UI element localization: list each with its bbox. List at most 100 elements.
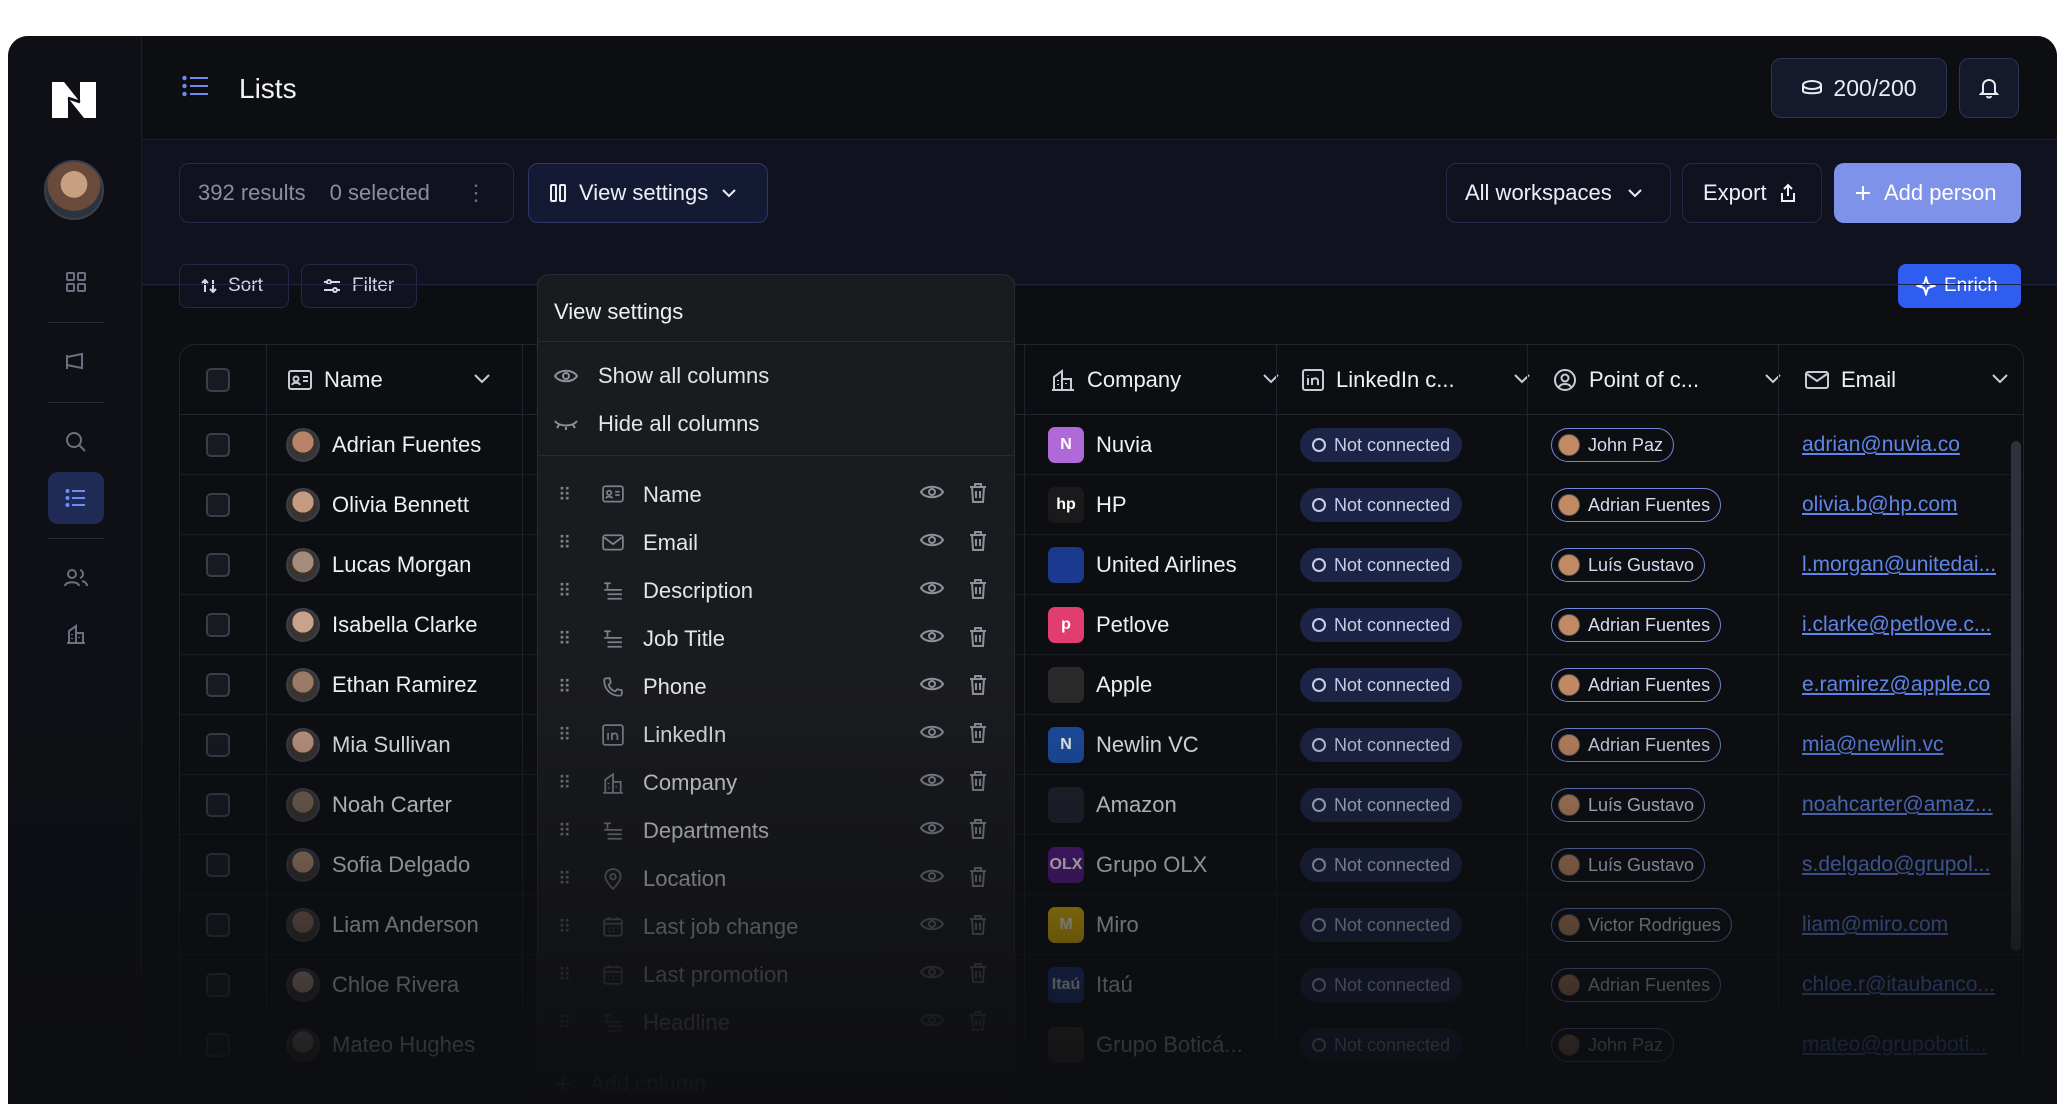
company-cell[interactable]: N Nuvia xyxy=(1048,415,1268,475)
point-of-contact-chip[interactable]: Victor Rodrigues xyxy=(1551,908,1732,942)
email-cell[interactable]: noahcarter@amaz... xyxy=(1802,775,1993,835)
table-row[interactable]: Ethan Ramirez Apple Not connected Adrian Fu… xyxy=(180,655,2023,715)
company-cell[interactable]: Itaú Itaú xyxy=(1048,955,1268,1015)
row-checkbox[interactable] xyxy=(206,1015,230,1075)
email-link[interactable]: olivia.b@hp.com xyxy=(1802,493,1958,517)
search-icon[interactable] xyxy=(48,416,104,468)
row-checkbox[interactable] xyxy=(206,775,230,835)
megaphone-icon[interactable] xyxy=(48,336,104,388)
table-row[interactable]: Olivia Bennett hp HP Not connected Adrian Fu… xyxy=(180,475,2023,535)
notifications-button[interactable] xyxy=(1959,58,2019,118)
column-field-item[interactable]: ⠿ Description xyxy=(538,567,1014,615)
trash-icon[interactable] xyxy=(969,531,987,551)
poc-cell[interactable]: Victor Rodrigues xyxy=(1551,895,1732,955)
dashboard-icon[interactable] xyxy=(48,256,104,308)
row-checkbox[interactable] xyxy=(206,835,230,895)
email-link[interactable]: mateo@grupoboti... xyxy=(1802,1033,1987,1057)
email-link[interactable]: i.clarke@petlove.c... xyxy=(1802,613,1991,637)
export-button[interactable]: Export xyxy=(1682,163,1822,223)
email-link[interactable]: chloe.r@itaubanco... xyxy=(1802,973,1995,997)
poc-cell[interactable]: Adrian Fuentes xyxy=(1551,655,1722,715)
email-link[interactable]: l.morgan@unitedai... xyxy=(1802,553,1996,577)
trash-icon[interactable] xyxy=(969,723,987,743)
table-row[interactable]: Adrian Fuentes N Nuvia Not connected John Pa… xyxy=(180,415,2023,475)
email-link[interactable]: s.delgado@grupol... xyxy=(1802,853,1990,877)
company-cell[interactable]: OLX Grupo OLX xyxy=(1048,835,1268,895)
view-settings-button[interactable]: View settings xyxy=(528,163,768,223)
column-field-item[interactable]: ⠿ Job Title xyxy=(538,615,1014,663)
drag-handle-icon[interactable]: ⠿ xyxy=(558,773,571,794)
poc-cell[interactable]: John Paz xyxy=(1551,415,1675,475)
name-cell[interactable]: Isabella Clarke xyxy=(286,595,478,655)
email-cell[interactable]: e.ramirez@apple.co xyxy=(1802,655,1990,715)
eye-icon[interactable] xyxy=(920,964,944,980)
company-cell[interactable]: p Petlove xyxy=(1048,595,1268,655)
poc-cell[interactable]: Adrian Fuentes xyxy=(1551,595,1722,655)
hide-all-columns-option[interactable]: Hide all columns xyxy=(554,411,759,437)
drag-handle-icon[interactable]: ⠿ xyxy=(558,581,571,602)
enrich-button[interactable]: Enrich xyxy=(1898,264,2021,308)
building-icon[interactable] xyxy=(48,608,104,660)
sort-button[interactable]: Sort xyxy=(179,264,289,308)
name-cell[interactable]: Sofia Delgado xyxy=(286,835,470,895)
email-cell[interactable]: adrian@nuvia.co xyxy=(1802,415,1960,475)
company-cell[interactable]: M Miro xyxy=(1048,895,1268,955)
email-cell[interactable]: i.clarke@petlove.c... xyxy=(1802,595,1991,655)
eye-icon[interactable] xyxy=(920,580,944,596)
trash-icon[interactable] xyxy=(969,1011,987,1031)
name-cell[interactable]: Ethan Ramirez xyxy=(286,655,478,715)
row-checkbox[interactable] xyxy=(206,955,230,1015)
company-cell[interactable]: hp HP xyxy=(1048,475,1268,535)
email-link[interactable]: noahcarter@amaz... xyxy=(1802,793,1993,817)
email-cell[interactable]: l.morgan@unitedai... xyxy=(1802,535,1996,595)
column-header-name[interactable]: Name xyxy=(288,345,514,415)
name-cell[interactable]: Liam Anderson xyxy=(286,895,479,955)
drag-handle-icon[interactable]: ⠿ xyxy=(558,533,571,554)
table-row[interactable]: Mia Sullivan N Newlin VC Not connected Adria… xyxy=(180,715,2023,775)
row-checkbox[interactable] xyxy=(206,475,230,535)
drag-handle-icon[interactable]: ⠿ xyxy=(558,917,571,938)
drag-handle-icon[interactable]: ⠿ xyxy=(558,485,571,506)
table-row[interactable]: Mateo Hughes Grupo Boticá... Not connected… xyxy=(180,1015,2023,1075)
column-field-item[interactable]: ⠿ Departments xyxy=(538,807,1014,855)
table-row[interactable]: Liam Anderson M Miro Not connected Victor Ro… xyxy=(180,895,2023,955)
people-icon[interactable] xyxy=(48,552,104,604)
company-cell[interactable]: United Airlines xyxy=(1048,535,1268,595)
eye-icon[interactable] xyxy=(920,724,944,740)
poc-cell[interactable]: Adrian Fuentes xyxy=(1551,715,1722,775)
row-checkbox[interactable] xyxy=(206,415,230,475)
column-header-email[interactable]: Email xyxy=(1805,345,2010,415)
trash-icon[interactable] xyxy=(969,867,987,887)
drag-handle-icon[interactable]: ⠿ xyxy=(558,725,571,746)
column-field-item[interactable]: ⠿ Location xyxy=(538,855,1014,903)
column-header-point-of-contact[interactable]: Point of c... xyxy=(1553,345,1783,415)
email-cell[interactable]: mia@newlin.vc xyxy=(1802,715,1944,775)
company-cell[interactable]: N Newlin VC xyxy=(1048,715,1268,775)
eye-icon[interactable] xyxy=(920,820,944,836)
point-of-contact-chip[interactable]: Adrian Fuentes xyxy=(1551,488,1722,522)
eye-icon[interactable] xyxy=(920,532,944,548)
point-of-contact-chip[interactable]: Luís Gustavo xyxy=(1551,548,1706,582)
column-field-item[interactable]: ⠿ Last job change xyxy=(538,903,1014,951)
point-of-contact-chip[interactable]: Luís Gustavo xyxy=(1551,848,1706,882)
drag-handle-icon[interactable]: ⠿ xyxy=(558,1013,571,1034)
company-cell[interactable]: Grupo Boticá... xyxy=(1048,1015,1268,1075)
table-row[interactable]: Noah Carter Amazon Not connected Luís Gusta… xyxy=(180,775,2023,835)
trash-icon[interactable] xyxy=(969,771,987,791)
credits-button[interactable]: 200/200 xyxy=(1771,58,1947,118)
eye-icon[interactable] xyxy=(920,628,944,644)
show-all-columns-option[interactable]: Show all columns xyxy=(554,363,769,389)
row-checkbox[interactable] xyxy=(206,595,230,655)
eye-icon[interactable] xyxy=(920,484,944,500)
point-of-contact-chip[interactable]: Adrian Fuentes xyxy=(1551,968,1722,1002)
menu-list-icon[interactable] xyxy=(182,74,210,103)
name-cell[interactable]: Noah Carter xyxy=(286,775,452,835)
column-header-linkedin[interactable]: LinkedIn c... xyxy=(1302,345,1532,415)
trash-icon[interactable] xyxy=(969,819,987,839)
column-field-item[interactable]: ⠿ Phone xyxy=(538,663,1014,711)
trash-icon[interactable] xyxy=(969,483,987,503)
drag-handle-icon[interactable]: ⠿ xyxy=(558,677,571,698)
row-checkbox[interactable] xyxy=(206,535,230,595)
lists-icon[interactable] xyxy=(48,472,104,524)
trash-icon[interactable] xyxy=(969,915,987,935)
